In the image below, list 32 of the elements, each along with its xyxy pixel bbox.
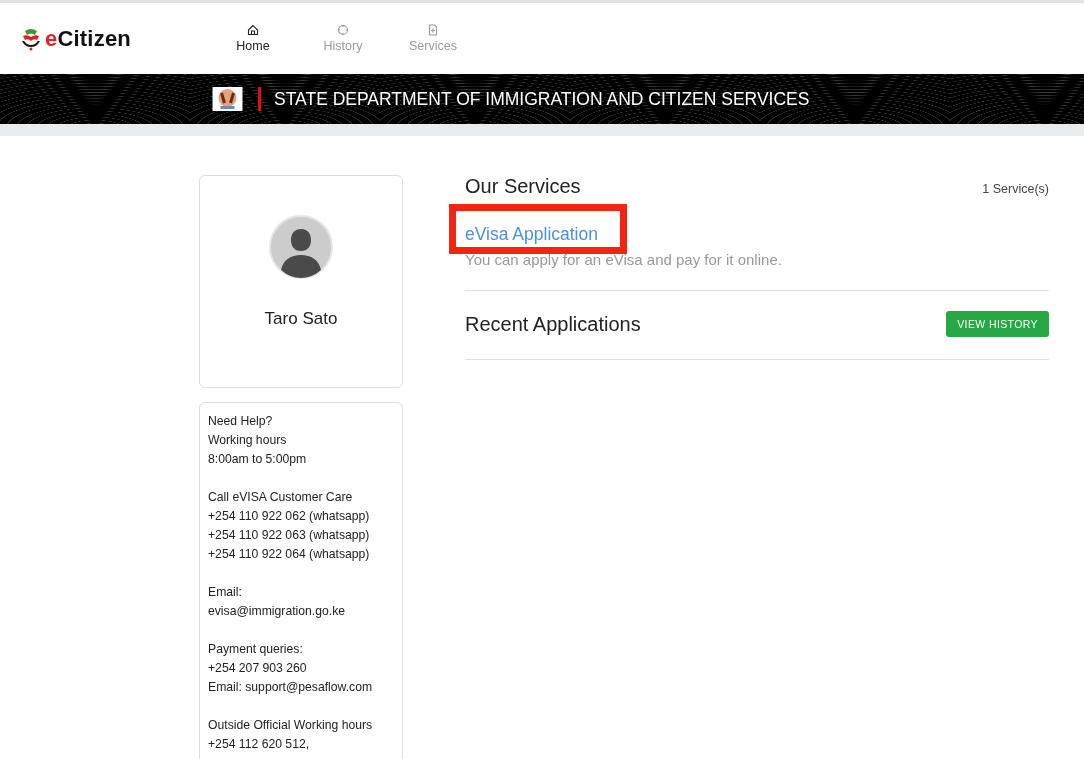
help-text: +254 110 922 063 (whatsapp) bbox=[208, 527, 371, 544]
document-icon bbox=[426, 24, 439, 36]
help-text: +254 110 922 062 (whatsapp) bbox=[208, 508, 371, 525]
help-text: Need Help? bbox=[208, 413, 274, 430]
view-history-button[interactable]: VIEW HISTORY bbox=[946, 311, 1049, 337]
help-text: +254 112 620 512, bbox=[208, 736, 311, 753]
help-text: Working hours bbox=[208, 432, 288, 449]
help-text: Outside Official Working hours bbox=[208, 717, 374, 734]
help-text: Email: support@pesaflow.com bbox=[208, 679, 374, 696]
nav-tab[interactable]: Home bbox=[207, 24, 298, 53]
logo-emblem-icon bbox=[19, 26, 43, 51]
ecitizen-logo[interactable]: eCitizen bbox=[19, 25, 131, 52]
section-title: Our Services bbox=[465, 175, 581, 198]
service-link[interactable]: eVisa Application bbox=[465, 224, 598, 244]
help-text: Call eVISA Customer Care bbox=[208, 489, 354, 506]
service-count: 1 Service(s) bbox=[982, 182, 1049, 196]
nav-tab[interactable]: History bbox=[297, 24, 388, 53]
user-name: Taro Sato bbox=[264, 309, 338, 329]
help-text: Email: bbox=[208, 584, 243, 601]
section-title: Recent Applications bbox=[465, 312, 641, 336]
help-text: Payment queries: bbox=[208, 641, 304, 658]
coat-of-arms-icon bbox=[212, 87, 243, 111]
nav-tab[interactable]: Services bbox=[387, 24, 478, 53]
help-text: 8:00am to 5:00pm bbox=[208, 451, 308, 468]
service-description: You can apply for an eVisa and pay for it online. bbox=[465, 251, 783, 268]
help-text: +254 110 922 064 (whatsapp) bbox=[208, 546, 371, 563]
avatar-icon bbox=[269, 215, 333, 279]
help-text: +254 207 903 260 bbox=[208, 660, 308, 677]
home-icon bbox=[246, 24, 259, 36]
help-text: evisa@immigration.go.ke bbox=[208, 603, 346, 620]
department-title: STATE DEPARTMENT OF IMMIGRATION AND CITIZEN SERVICES bbox=[274, 88, 810, 110]
circle-icon bbox=[336, 24, 349, 36]
